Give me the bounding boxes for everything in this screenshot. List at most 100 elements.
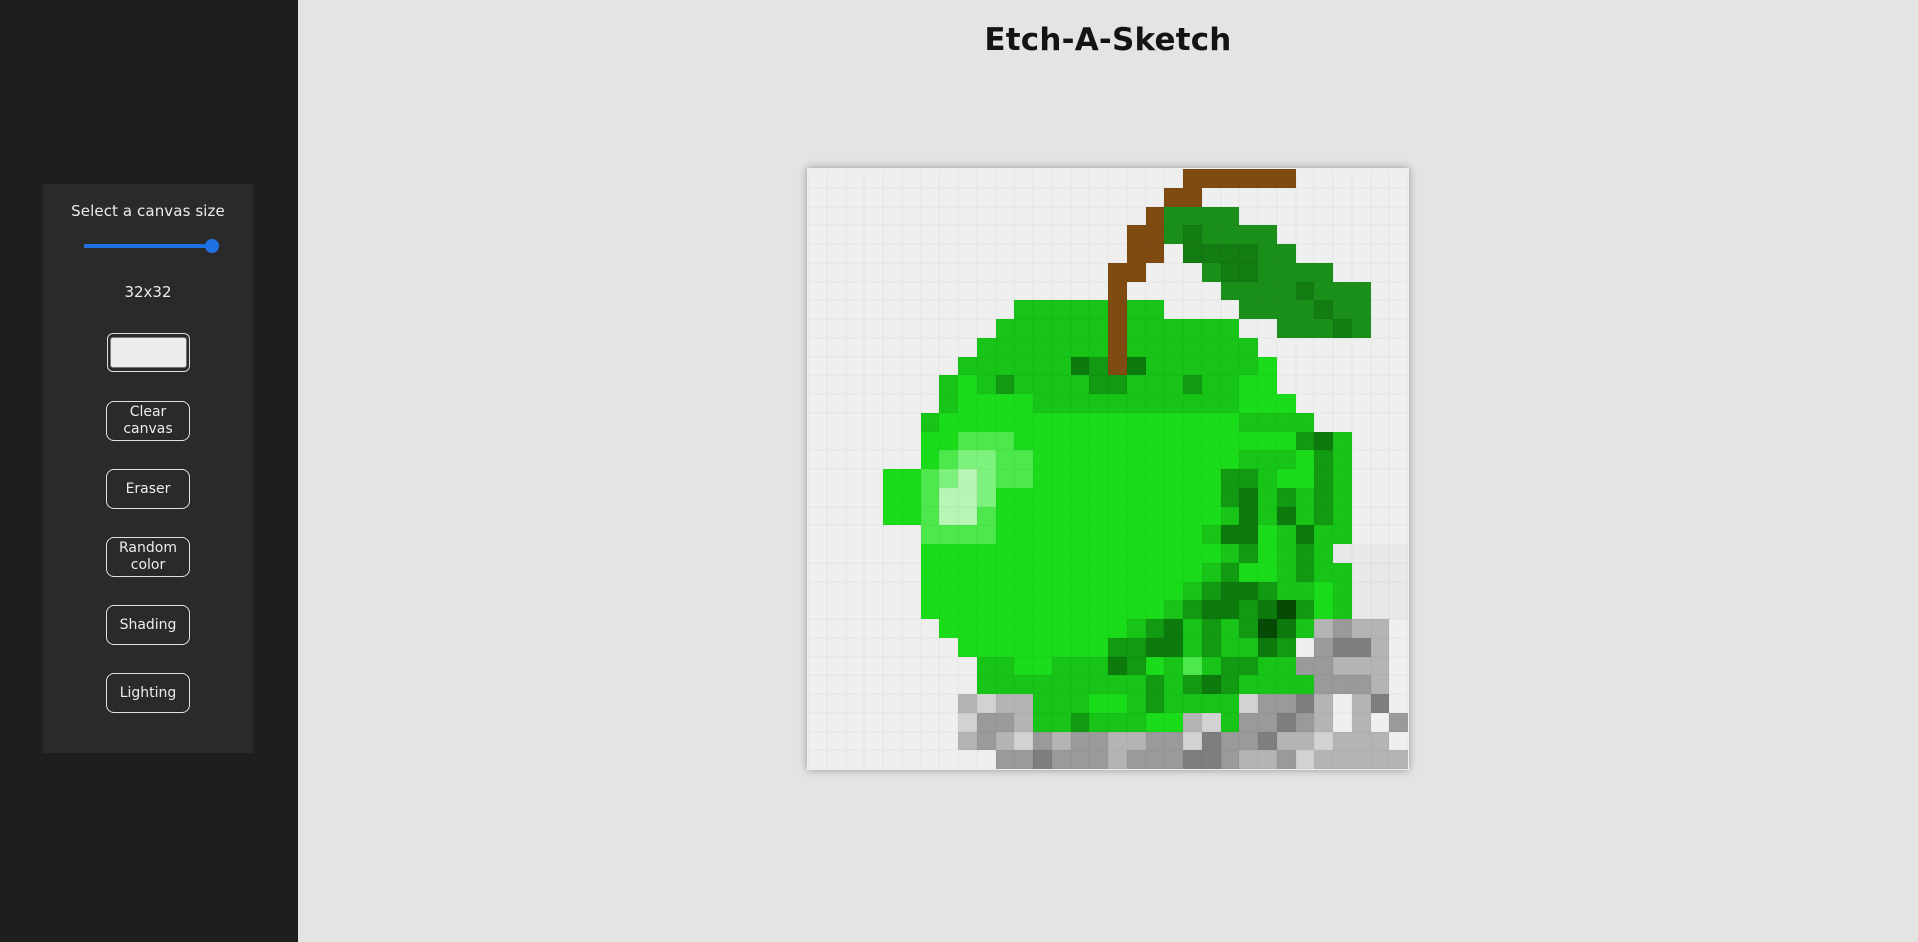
grid-cell[interactable] (958, 206, 977, 226)
grid-cell[interactable] (1351, 337, 1371, 357)
grid-cell[interactable] (1070, 637, 1090, 657)
grid-cell[interactable] (1070, 394, 1090, 413)
grid-cell[interactable] (976, 337, 996, 357)
grid-cell[interactable] (1033, 262, 1052, 282)
grid-cell[interactable] (1351, 675, 1371, 694)
grid-cell[interactable] (1389, 281, 1408, 301)
grid-cell[interactable] (883, 225, 902, 244)
grid-cell[interactable] (1333, 225, 1352, 244)
grid-cell[interactable] (1351, 656, 1371, 676)
grid-cell[interactable] (1089, 562, 1108, 582)
grid-cell[interactable] (1295, 206, 1315, 226)
grid-cell[interactable] (920, 525, 940, 544)
grid-cell[interactable] (1126, 319, 1146, 338)
grid-cell[interactable] (1220, 506, 1240, 526)
grid-cell[interactable] (958, 487, 977, 507)
grid-cell[interactable] (1164, 431, 1183, 451)
grid-cell[interactable] (1276, 187, 1296, 207)
grid-cell[interactable] (1389, 750, 1408, 769)
grid-cell[interactable] (1070, 281, 1090, 301)
grid-cell[interactable] (1089, 187, 1108, 207)
grid-cell[interactable] (1201, 281, 1221, 301)
grid-cell[interactable] (826, 750, 846, 769)
grid-cell[interactable] (976, 581, 996, 601)
grid-cell[interactable] (1333, 694, 1352, 713)
grid-cell[interactable] (1164, 487, 1183, 507)
grid-cell[interactable] (1089, 394, 1108, 413)
grid-cell[interactable] (1164, 356, 1183, 376)
grid-cell[interactable] (864, 431, 883, 451)
grid-cell[interactable] (1126, 619, 1146, 638)
grid-cell[interactable] (1276, 281, 1296, 301)
grid-cell[interactable] (901, 525, 921, 544)
grid-cell[interactable] (1108, 712, 1127, 732)
grid-cell[interactable] (1389, 637, 1408, 657)
grid-cell[interactable] (1370, 731, 1390, 751)
grid-cell[interactable] (901, 619, 921, 638)
grid-cell[interactable] (901, 375, 921, 394)
grid-cell[interactable] (1051, 712, 1071, 732)
grid-cell[interactable] (845, 656, 865, 676)
grid-cell[interactable] (1333, 262, 1352, 282)
grid-cell[interactable] (1239, 169, 1258, 188)
grid-cell[interactable] (1201, 600, 1221, 619)
grid-cell[interactable] (1145, 731, 1165, 751)
grid-cell[interactable] (1089, 206, 1108, 226)
grid-cell[interactable] (845, 262, 865, 282)
grid-cell[interactable] (1239, 544, 1258, 563)
grid-cell[interactable] (1295, 300, 1315, 319)
grid-cell[interactable] (1164, 225, 1183, 244)
grid-cell[interactable] (1070, 412, 1090, 432)
grid-cell[interactable] (1295, 450, 1315, 469)
grid-cell[interactable] (1333, 206, 1352, 226)
grid-cell[interactable] (995, 619, 1015, 638)
grid-cell[interactable] (939, 206, 958, 226)
grid-cell[interactable] (1051, 225, 1071, 244)
grid-cell[interactable] (1145, 262, 1165, 282)
grid-cell[interactable] (1201, 169, 1221, 188)
grid-cell[interactable] (976, 675, 996, 694)
grid-cell[interactable] (826, 525, 846, 544)
grid-cell[interactable] (1183, 731, 1202, 751)
grid-cell[interactable] (1370, 206, 1390, 226)
grid-cell[interactable] (808, 300, 827, 319)
grid-cell[interactable] (808, 375, 827, 394)
grid-cell[interactable] (1145, 281, 1165, 301)
grid-cell[interactable] (826, 187, 846, 207)
grid-cell[interactable] (1183, 375, 1202, 394)
grid-cell[interactable] (1351, 431, 1371, 451)
grid-cell[interactable] (1201, 187, 1221, 207)
grid-cell[interactable] (808, 637, 827, 657)
grid-cell[interactable] (1295, 562, 1315, 582)
grid-cell[interactable] (1333, 169, 1352, 188)
grid-cell[interactable] (1070, 675, 1090, 694)
grid-cell[interactable] (826, 169, 846, 188)
grid-cell[interactable] (1089, 506, 1108, 526)
grid-cell[interactable] (1239, 412, 1258, 432)
grid-cell[interactable] (939, 319, 958, 338)
grid-cell[interactable] (1276, 619, 1296, 638)
grid-cell[interactable] (845, 412, 865, 432)
grid-cell[interactable] (976, 187, 996, 207)
grid-cell[interactable] (976, 225, 996, 244)
grid-cell[interactable] (1295, 169, 1315, 188)
grid-cell[interactable] (845, 750, 865, 769)
grid-cell[interactable] (864, 187, 883, 207)
grid-cell[interactable] (1033, 694, 1052, 713)
grid-cell[interactable] (1370, 656, 1390, 676)
grid-cell[interactable] (1276, 169, 1296, 188)
grid-cell[interactable] (1220, 206, 1240, 226)
grid-cell[interactable] (901, 487, 921, 507)
grid-cell[interactable] (1014, 525, 1033, 544)
grid-cell[interactable] (845, 731, 865, 751)
grid-cell[interactable] (1089, 319, 1108, 338)
grid-cell[interactable] (958, 431, 977, 451)
grid-cell[interactable] (1108, 337, 1127, 357)
grid-cell[interactable] (1314, 487, 1333, 507)
grid-cell[interactable] (976, 469, 996, 488)
grid-cell[interactable] (883, 319, 902, 338)
grid-cell[interactable] (1164, 262, 1183, 282)
grid-cell[interactable] (995, 581, 1015, 601)
grid-cell[interactable] (1295, 469, 1315, 488)
grid-cell[interactable] (920, 712, 940, 732)
